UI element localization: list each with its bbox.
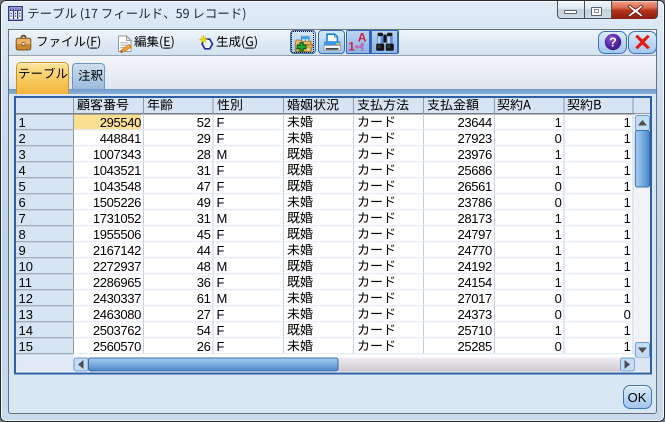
svg-text:1: 1	[348, 39, 355, 53]
svg-text:?: ?	[609, 36, 617, 50]
